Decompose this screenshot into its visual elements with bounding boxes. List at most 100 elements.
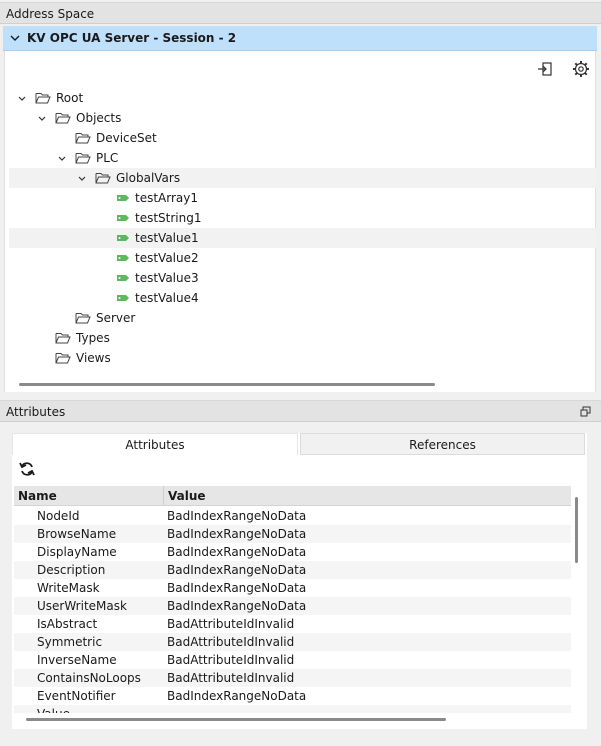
tree-node-label: Root bbox=[56, 91, 84, 105]
attribute-value: BadIndexRangeNoData bbox=[167, 509, 307, 523]
table-row[interactable]: WriteMask BadIndexRangeNoData bbox=[14, 579, 571, 597]
tab-attributes[interactable]: Attributes bbox=[12, 433, 298, 455]
tag-icon bbox=[117, 195, 129, 201]
attribute-name: Description bbox=[37, 563, 106, 577]
table-row[interactable]: Value bbox=[14, 705, 571, 713]
attribute-name: DisplayName bbox=[37, 545, 117, 559]
column-header-value[interactable]: Value bbox=[168, 489, 206, 503]
tree-node-label: Views bbox=[76, 351, 111, 365]
address-space-title: Address Space bbox=[6, 7, 95, 21]
restore-window-icon[interactable] bbox=[580, 406, 591, 417]
tree-node[interactable]: testString1 bbox=[9, 208, 596, 228]
grid-body[interactable]: NodeId BadIndexRangeNoData BrowseName BadIn… bbox=[14, 507, 571, 713]
tab-references[interactable]: References bbox=[300, 433, 585, 455]
table-row[interactable]: IsAbstract BadAttributeIdInvalid bbox=[14, 615, 571, 633]
tree-node-label: testValue1 bbox=[135, 231, 199, 245]
tree-node-label: Server bbox=[96, 311, 136, 325]
tree-node[interactable]: Types bbox=[9, 328, 596, 348]
chevron-down-icon[interactable] bbox=[17, 94, 27, 104]
attribute-name: BrowseName bbox=[37, 527, 117, 541]
attribute-name: Symmetric bbox=[37, 635, 103, 649]
attribute-value: BadIndexRangeNoData bbox=[167, 527, 307, 541]
attribute-name: EventNotifier bbox=[37, 689, 116, 703]
attribute-name: Value bbox=[37, 707, 70, 713]
attribute-value: BadAttributeIdInvalid bbox=[167, 653, 295, 667]
tree-horizontal-scrollbar[interactable] bbox=[19, 383, 435, 386]
attribute-name: WriteMask bbox=[37, 581, 100, 595]
attribute-name: IsAbstract bbox=[37, 617, 98, 631]
attribute-name: InverseName bbox=[37, 653, 117, 667]
table-row[interactable]: NodeId BadIndexRangeNoData bbox=[14, 507, 571, 525]
tree-node-label: Objects bbox=[76, 111, 122, 125]
table-row[interactable]: Symmetric BadAttributeIdInvalid bbox=[14, 633, 571, 651]
grid-horizontal-scrollbar[interactable] bbox=[26, 718, 446, 721]
table-row[interactable]: Description BadIndexRangeNoData bbox=[14, 561, 571, 579]
folder-open-icon bbox=[55, 333, 71, 344]
address-space-header: Address Space bbox=[0, 2, 601, 24]
tree-node[interactable]: testValue1 bbox=[9, 228, 596, 248]
chevron-down-icon[interactable] bbox=[9, 32, 21, 44]
address-tree[interactable]: Root Objects DeviceSet PLC GlobalVars testArr… bbox=[4, 51, 596, 392]
table-row[interactable]: BrowseName BadIndexRangeNoData bbox=[14, 525, 571, 543]
tree-node[interactable]: Views bbox=[9, 348, 596, 368]
login-icon[interactable] bbox=[535, 59, 555, 79]
tree-node-label: testArray1 bbox=[135, 191, 198, 205]
session-bar[interactable]: KV OPC UA Server - Session - 2 bbox=[3, 26, 597, 51]
tag-icon bbox=[117, 235, 129, 241]
table-row[interactable]: UserWriteMask BadIndexRangeNoData bbox=[14, 597, 571, 615]
attribute-value: BadIndexRangeNoData bbox=[167, 689, 307, 703]
gear-icon[interactable] bbox=[571, 59, 591, 79]
column-header-name[interactable]: Name bbox=[18, 489, 57, 503]
tree-node-label: testValue4 bbox=[135, 291, 199, 305]
attributes-title: Attributes bbox=[6, 405, 66, 419]
tree-node-label: testString1 bbox=[135, 211, 202, 225]
tree-node-label: Types bbox=[76, 331, 110, 345]
refresh-icon[interactable] bbox=[18, 460, 36, 478]
grid-vertical-scrollbar[interactable] bbox=[575, 497, 578, 563]
column-separator[interactable] bbox=[163, 486, 164, 506]
attributes-box: Attributes References Name Value NodeId B… bbox=[12, 433, 587, 729]
tree-node-label: DeviceSet bbox=[96, 131, 157, 145]
chevron-down-icon[interactable] bbox=[37, 114, 47, 124]
tag-icon bbox=[117, 275, 129, 281]
folder-open-icon bbox=[75, 133, 91, 144]
tree-node[interactable]: GlobalVars bbox=[9, 168, 596, 188]
tree-node[interactable]: DeviceSet bbox=[9, 128, 596, 148]
folder-open-icon bbox=[55, 353, 71, 364]
tree-node-label: PLC bbox=[96, 151, 119, 165]
tree-node-label: testValue2 bbox=[135, 251, 199, 265]
tree-node[interactable]: testValue3 bbox=[9, 268, 596, 288]
folder-open-icon bbox=[95, 173, 111, 184]
tree-node[interactable]: PLC bbox=[9, 148, 596, 168]
attribute-value: BadIndexRangeNoData bbox=[167, 581, 307, 595]
table-row[interactable]: ContainsNoLoops BadAttributeIdInvalid bbox=[14, 669, 571, 687]
folder-open-icon bbox=[75, 313, 91, 324]
attribute-value: BadIndexRangeNoData bbox=[167, 545, 307, 559]
tree-node-label: testValue3 bbox=[135, 271, 199, 285]
attributes-header: Attributes bbox=[0, 400, 601, 422]
tag-icon bbox=[117, 255, 129, 261]
session-label: KV OPC UA Server - Session - 2 bbox=[27, 31, 237, 45]
tree-node[interactable]: testValue4 bbox=[9, 288, 596, 308]
table-row[interactable]: EventNotifier BadIndexRangeNoData bbox=[14, 687, 571, 705]
chevron-down-icon[interactable] bbox=[57, 154, 67, 164]
tag-icon bbox=[117, 215, 129, 221]
table-row[interactable]: DisplayName BadIndexRangeNoData bbox=[14, 543, 571, 561]
table-row[interactable]: InverseName BadAttributeIdInvalid bbox=[14, 651, 571, 669]
attribute-name: NodeId bbox=[37, 509, 80, 523]
tree-node[interactable]: Server bbox=[9, 308, 596, 328]
attribute-value: BadAttributeIdInvalid bbox=[167, 671, 295, 685]
tree-node[interactable]: testArray1 bbox=[9, 188, 596, 208]
attribute-value: BadAttributeIdInvalid bbox=[167, 635, 295, 649]
attribute-value: BadIndexRangeNoData bbox=[167, 599, 307, 613]
attribute-value: BadIndexRangeNoData bbox=[167, 563, 307, 577]
attribute-name: ContainsNoLoops bbox=[37, 671, 141, 685]
tree-node[interactable]: Root bbox=[9, 88, 596, 108]
tree-node[interactable]: testValue2 bbox=[9, 248, 596, 268]
tree-node[interactable]: Objects bbox=[9, 108, 596, 128]
chevron-down-icon[interactable] bbox=[77, 174, 87, 184]
folder-open-icon bbox=[35, 93, 51, 104]
tree-node-label: GlobalVars bbox=[116, 171, 181, 185]
folder-open-icon bbox=[55, 113, 71, 124]
tag-icon bbox=[117, 295, 129, 301]
